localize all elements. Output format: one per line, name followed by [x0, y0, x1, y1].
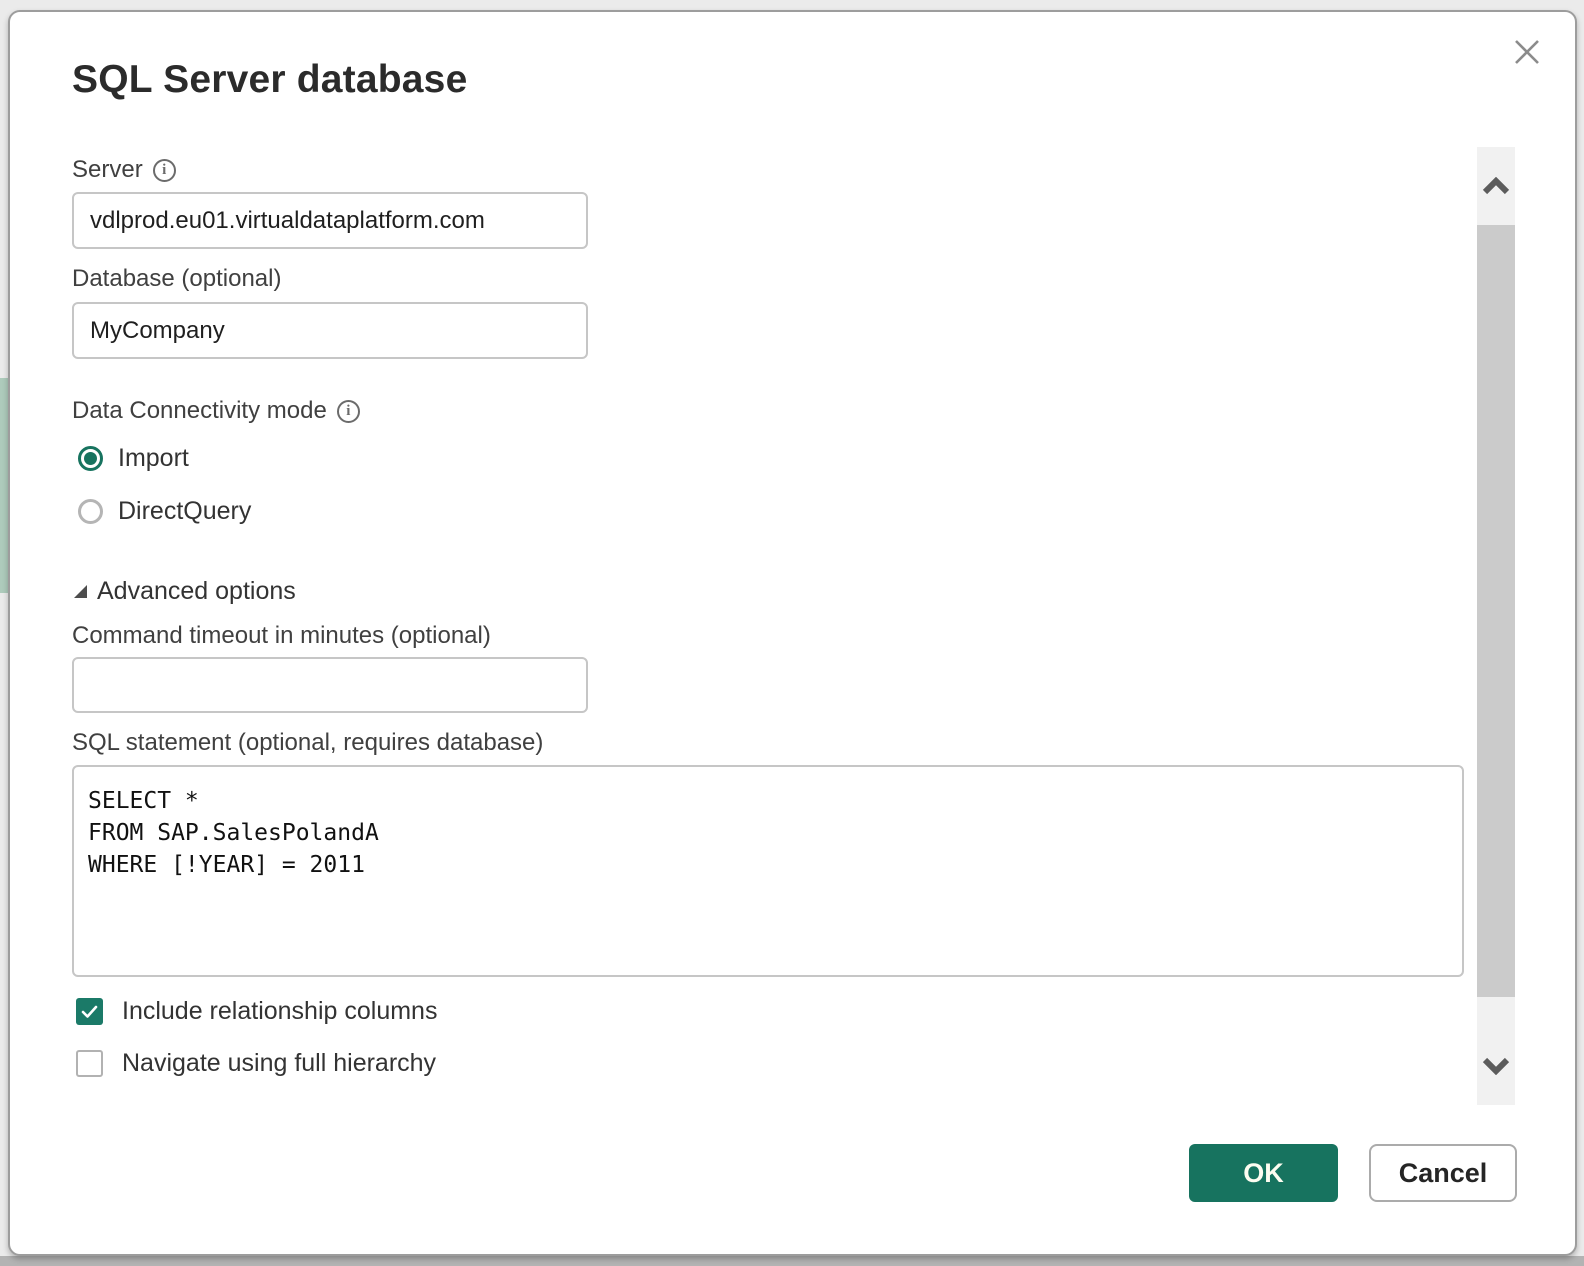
radio-import[interactable]: Import	[78, 444, 189, 473]
server-label-text: Server	[72, 156, 143, 183]
vertical-scrollbar[interactable]	[1477, 147, 1515, 1105]
connectivity-mode-label-text: Data Connectivity mode	[72, 397, 327, 424]
command-timeout-label-text: Command timeout in minutes (optional)	[72, 622, 491, 649]
ok-button[interactable]: OK	[1189, 1144, 1338, 1202]
expanded-triangle-icon	[74, 585, 87, 598]
database-label: Database (optional)	[72, 265, 281, 293]
sql-statement-textarea[interactable]: SELECT * FROM SAP.SalesPolandA WHERE [!Y…	[72, 765, 1464, 977]
database-input[interactable]	[72, 302, 588, 359]
radio-directquery[interactable]: DirectQuery	[78, 497, 251, 526]
checkbox-include-relationship-columns[interactable]: Include relationship columns	[76, 997, 437, 1026]
background-bottom-strip	[0, 1256, 1584, 1266]
command-timeout-label: Command timeout in minutes (optional)	[72, 622, 491, 650]
advanced-options-label: Advanced options	[97, 577, 296, 605]
checkbox-checked-icon	[76, 998, 103, 1025]
scrollbar-thumb[interactable]	[1477, 225, 1515, 997]
connectivity-info-icon[interactable]: i	[336, 399, 360, 423]
database-label-text: Database (optional)	[72, 265, 282, 292]
background-page-sliver	[0, 378, 8, 593]
cancel-button[interactable]: Cancel	[1369, 1144, 1517, 1202]
checkbox-navigate-full-hierarchy[interactable]: Navigate using full hierarchy	[76, 1049, 436, 1078]
advanced-options-toggle[interactable]: Advanced options	[72, 577, 296, 606]
sql-statement-label: SQL statement (optional, requires databa…	[72, 729, 543, 757]
checkbox-include-relationship-columns-label: Include relationship columns	[122, 997, 438, 1025]
checkbox-unchecked-icon	[76, 1050, 103, 1077]
command-timeout-input[interactable]	[72, 657, 588, 713]
radio-selected-icon	[78, 446, 103, 471]
radio-directquery-label: DirectQuery	[118, 497, 252, 525]
radio-unselected-icon	[78, 499, 103, 524]
server-input[interactable]	[72, 192, 588, 249]
scroll-down-icon[interactable]	[1477, 1027, 1515, 1105]
server-label: Server i	[72, 156, 176, 184]
scroll-up-icon[interactable]	[1477, 147, 1515, 225]
checkbox-navigate-full-hierarchy-label: Navigate using full hierarchy	[122, 1049, 437, 1077]
radio-import-label: Import	[118, 444, 189, 472]
sql-statement-label-text: SQL statement (optional, requires databa…	[72, 729, 544, 756]
close-icon[interactable]	[1509, 34, 1545, 70]
dialog-title: SQL Server database	[72, 58, 468, 101]
sql-server-database-dialog: SQL Server database Server i Database (o…	[8, 10, 1577, 1256]
connectivity-mode-label: Data Connectivity mode i	[72, 397, 360, 425]
server-info-icon[interactable]: i	[152, 158, 176, 182]
